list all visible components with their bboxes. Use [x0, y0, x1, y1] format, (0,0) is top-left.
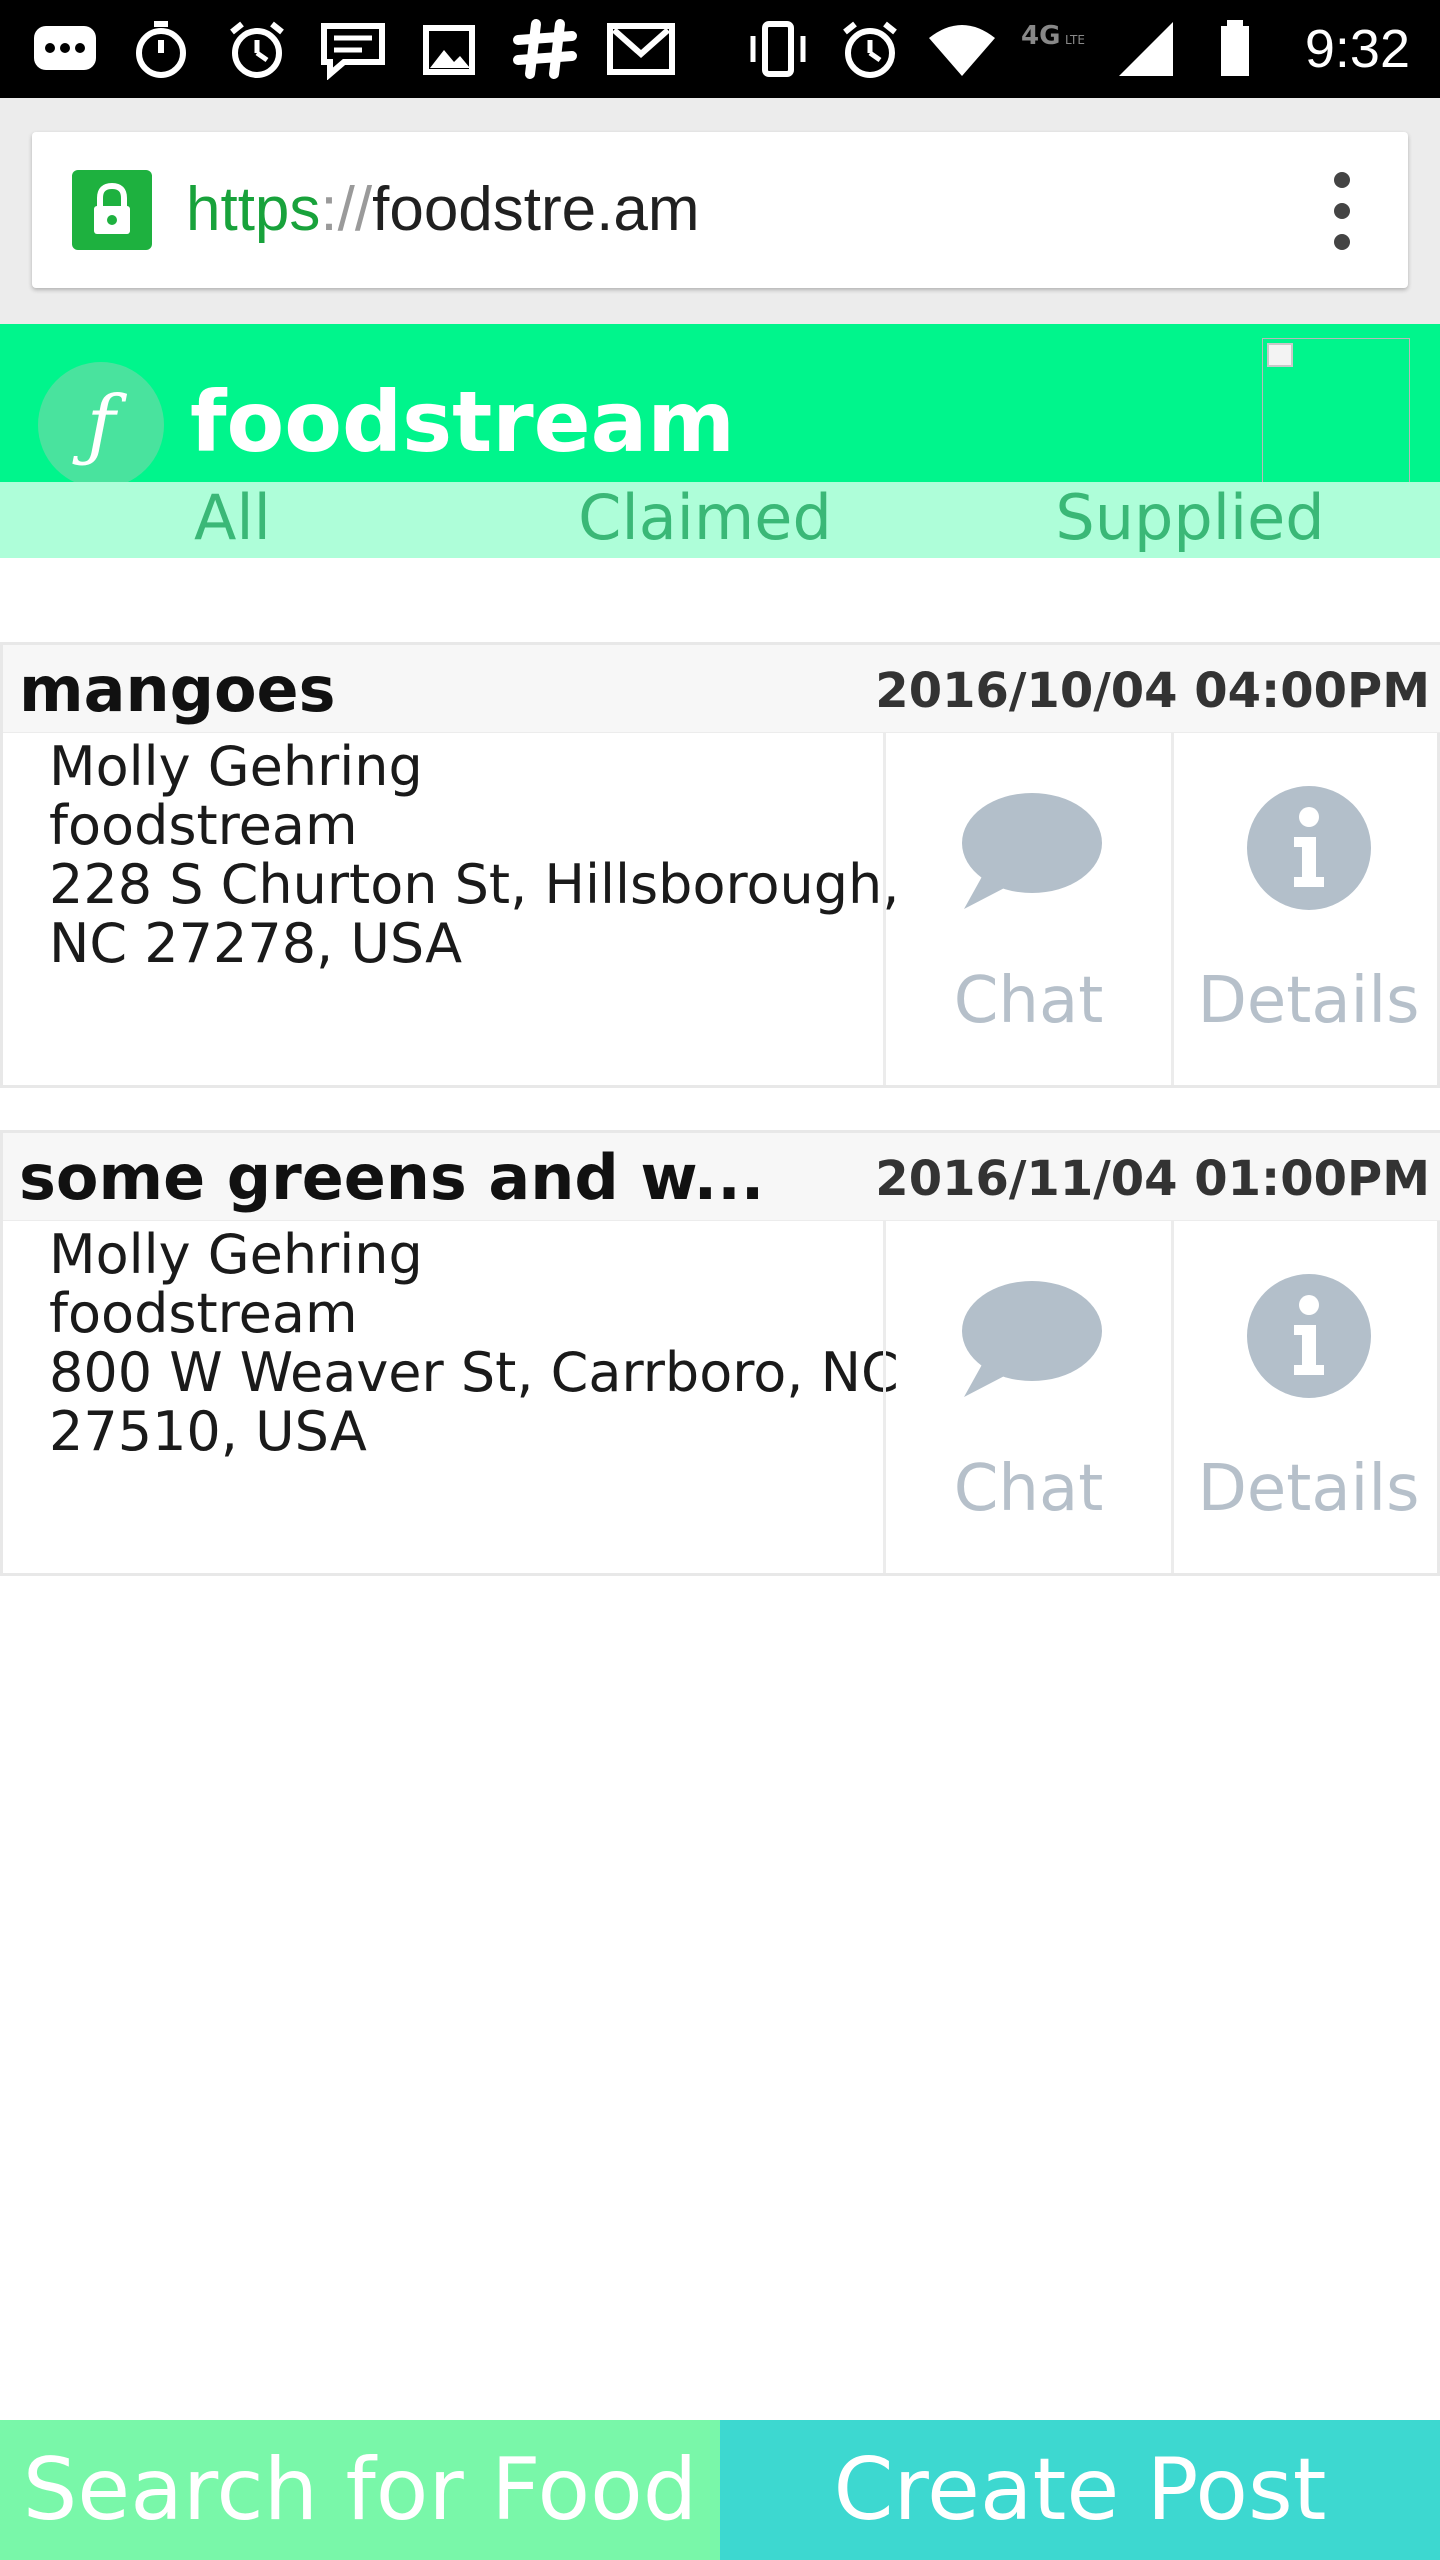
tab-claimed[interactable]: Claimed — [520, 482, 890, 558]
svg-text:4G: 4G — [1021, 21, 1060, 51]
chat-label: Chat — [953, 1452, 1104, 1526]
logo-glyph: ƒ — [86, 380, 116, 470]
address-line-1: 800 W Weaver St, Carrboro, NC — [49, 1341, 899, 1404]
system-icons: 4G LTE 9:32 — [743, 12, 1410, 86]
create-post-button[interactable]: Create Post — [720, 2420, 1440, 2560]
alarm-icon — [230, 21, 284, 78]
search-for-food-button[interactable]: Search for Food — [0, 2420, 720, 2560]
details-label: Details — [1197, 1452, 1420, 1526]
post-card: some greens and w... 2016/11/04 01:00PM … — [0, 1130, 1440, 1576]
post-date: 2016/10/04 04:00PM — [875, 663, 1430, 719]
browser-menu-icon[interactable] — [1332, 172, 1352, 250]
tab-supplied[interactable]: Supplied — [1010, 482, 1370, 558]
gmail-icon — [607, 23, 675, 75]
post-header: some greens and w... 2016/11/04 01:00PM — [3, 1133, 1440, 1221]
tab-all[interactable]: All — [90, 482, 380, 558]
wifi-icon — [928, 25, 995, 76]
info-icon — [1246, 786, 1371, 910]
url-scheme: https — [186, 175, 321, 244]
post-title: mangoes — [19, 653, 336, 726]
details-button[interactable]: Details — [1171, 1221, 1440, 1573]
vibrate-icon — [750, 21, 806, 77]
browser-toolbar: https://foodstre.am — [0, 98, 1440, 324]
address-line-2: 27510, USA — [49, 1400, 367, 1463]
signal-icon — [1118, 22, 1173, 76]
info-icon — [1246, 1274, 1371, 1398]
battery-icon — [1220, 20, 1249, 76]
app-header: ƒ foodstream — [0, 324, 1440, 482]
post-info: Molly Gehring foodstream 228 S Churton S… — [49, 735, 900, 975]
details-label: Details — [1197, 964, 1420, 1038]
filter-tabs: All Claimed Supplied — [0, 482, 1440, 558]
broken-image-icon — [1262, 338, 1410, 482]
details-button[interactable]: Details — [1171, 733, 1440, 1085]
post-date: 2016/11/04 01:00PM — [875, 1151, 1430, 1207]
alarm-icon — [843, 21, 897, 78]
post-card: mangoes 2016/10/04 04:00PM Molly Gehring… — [0, 642, 1440, 1088]
url-separator: :// — [320, 175, 373, 244]
foodstream-logo-icon: ƒ — [38, 362, 164, 482]
post-header: mangoes 2016/10/04 04:00PM — [3, 645, 1440, 733]
chat-button[interactable]: Chat — [883, 733, 1171, 1085]
url-host: foodstre.am — [372, 175, 700, 244]
supplier-name: Molly Gehring — [49, 735, 423, 798]
brand-title: foodstream — [190, 373, 735, 471]
url-text[interactable]: https://foodstre.am — [186, 172, 700, 248]
chat-icon — [961, 1281, 1102, 1397]
address-line-2: NC 27278, USA — [49, 912, 463, 975]
clock: 9:32 — [1304, 19, 1410, 79]
post-body: Molly Gehring foodstream 800 W Weaver St… — [3, 1221, 1440, 1573]
lte-icon: 4G LTE — [1021, 21, 1085, 51]
sms-icon — [321, 23, 385, 80]
status-bar: 4G LTE 9:32 — [0, 0, 1440, 98]
chat-button[interactable]: Chat — [883, 1221, 1171, 1573]
post-body: Molly Gehring foodstream 228 S Churton S… — [3, 733, 1440, 1085]
post-title: some greens and w... — [19, 1141, 765, 1214]
image-icon — [423, 25, 475, 75]
supplier-name: Molly Gehring — [49, 1223, 423, 1286]
chat-bubble-icon — [34, 26, 96, 70]
chat-label: Chat — [953, 964, 1104, 1038]
lock-icon — [72, 170, 152, 250]
chat-icon — [961, 793, 1102, 909]
slack-icon — [513, 19, 577, 79]
svg-text:LTE: LTE — [1065, 33, 1085, 47]
supplier-org: foodstream — [49, 1282, 358, 1345]
post-info: Molly Gehring foodstream 800 W Weaver St… — [49, 1223, 899, 1463]
stopwatch-icon — [136, 21, 186, 78]
notification-icons — [30, 18, 676, 80]
supplier-org: foodstream — [49, 794, 358, 857]
url-bar[interactable]: https://foodstre.am — [32, 132, 1408, 288]
address-line-1: 228 S Churton St, Hillsborough, — [49, 853, 900, 916]
